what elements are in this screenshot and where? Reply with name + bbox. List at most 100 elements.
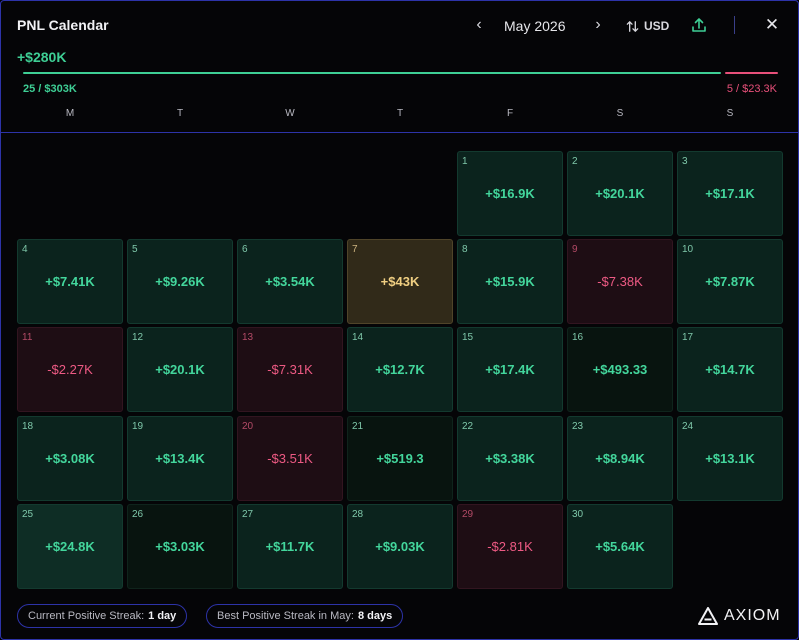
day-number: 19 [132, 421, 144, 432]
day-number: 17 [682, 332, 694, 343]
day-number: 27 [242, 509, 254, 520]
pnl-calendar-panel: PNL Calendar ‹ May 2026 › USD ✕ +$280K 2… [0, 0, 799, 640]
day-cell[interactable]: 21 +$519.3 [347, 416, 453, 501]
day-pnl-value: +$11.7K [265, 539, 315, 554]
day-pnl-value: +$3.38K [485, 451, 535, 466]
day-pnl-value: +$20.1K [595, 186, 645, 201]
day-number: 13 [242, 332, 254, 343]
total-pnl: +$280K [17, 49, 67, 65]
day-cell[interactable]: 25 +$24.8K [17, 504, 123, 589]
close-button[interactable]: ✕ [763, 15, 781, 35]
day-cell[interactable]: 14 +$12.7K [347, 327, 453, 412]
day-cell[interactable]: 27 +$11.7K [237, 504, 343, 589]
day-cell[interactable]: 16 +$493.33 [567, 327, 673, 412]
day-pnl-value: +$7.41K [45, 274, 95, 289]
export-button[interactable] [690, 16, 708, 34]
day-cell[interactable]: 6 +$3.54K [237, 239, 343, 324]
day-cell[interactable]: 19 +$13.4K [127, 416, 233, 501]
day-cell[interactable]: 18 +$3.08K [17, 416, 123, 501]
day-cell[interactable]: 2 +$20.1K [567, 151, 673, 236]
day-pnl-value: -$2.27K [47, 362, 93, 377]
day-pnl-value: +$20.1K [155, 362, 205, 377]
weekday-label: W [285, 108, 295, 119]
day-pnl-value: +$5.64K [595, 539, 645, 554]
day-number: 15 [462, 332, 474, 343]
divider [734, 16, 735, 34]
day-pnl-value: +$43K [380, 274, 420, 289]
current-streak-value: 1 day [148, 610, 177, 622]
day-cell[interactable]: 23 +$8.94K [567, 416, 673, 501]
currency-label: USD [644, 19, 670, 33]
day-cell[interactable]: 1 +$16.9K [457, 151, 563, 236]
day-cell[interactable]: 13 -$7.31K [237, 327, 343, 412]
day-pnl-value: +$13.1K [705, 451, 755, 466]
day-pnl-value: +$9.03K [375, 539, 425, 554]
day-pnl-value: -$7.31K [267, 362, 313, 377]
day-number: 29 [462, 509, 474, 520]
day-cell[interactable]: 3 +$17.1K [677, 151, 783, 236]
weekday-label: F [506, 108, 514, 119]
day-cell[interactable]: 26 +$3.03K [127, 504, 233, 589]
day-pnl-value: +$3.54K [265, 274, 315, 289]
day-number: 1 [462, 156, 468, 167]
day-number: 4 [22, 244, 28, 255]
day-cell[interactable]: 12 +$20.1K [127, 327, 233, 412]
day-number: 22 [462, 421, 474, 432]
day-cell[interactable]: 28 +$9.03K [347, 504, 453, 589]
day-number: 25 [22, 509, 34, 520]
day-number: 23 [572, 421, 584, 432]
day-cell[interactable]: 10 +$7.87K [677, 239, 783, 324]
day-cell[interactable]: 5 +$9.26K [127, 239, 233, 324]
day-pnl-value: +$8.94K [595, 451, 645, 466]
header: PNL Calendar ‹ May 2026 › USD ✕ +$280K 2… [1, 1, 798, 133]
day-pnl-value: +$519.3 [376, 451, 424, 466]
day-cell[interactable]: 22 +$3.38K [457, 416, 563, 501]
day-cell[interactable]: 24 +$13.1K [677, 416, 783, 501]
day-number: 20 [242, 421, 254, 432]
day-number: 3 [682, 156, 688, 167]
sort-arrows-icon [626, 20, 639, 32]
day-number: 11 [22, 332, 33, 343]
best-streak-label: Best Positive Streak in May: [217, 610, 354, 622]
day-cell[interactable]: 9 -$7.38K [567, 239, 673, 324]
day-pnl-value: +$15.9K [485, 274, 535, 289]
day-cell[interactable]: 15 +$17.4K [457, 327, 563, 412]
day-pnl-value: +$14.7K [705, 362, 755, 377]
positive-bar [23, 72, 721, 74]
negative-days-summary: 5 / $23.3K [726, 83, 777, 95]
best-streak-value: 8 days [357, 610, 393, 622]
day-cell[interactable]: 20 -$3.51K [237, 416, 343, 501]
day-pnl-value: -$3.51K [267, 451, 313, 466]
brand-name: AXIOM [724, 607, 781, 624]
current-streak-badge: Current Positive Streak: 1 day [17, 604, 188, 628]
best-streak-badge: Best Positive Streak in May: 8 days [206, 604, 404, 628]
day-number: 6 [242, 244, 248, 255]
day-pnl-value: +$16.9K [485, 186, 535, 201]
day-cell[interactable]: 17 +$14.7K [677, 327, 783, 412]
current-month: May 2026 [504, 18, 566, 34]
day-number: 21 [352, 421, 364, 432]
axiom-logo-icon [698, 607, 718, 625]
negative-bar [725, 72, 778, 74]
day-number: 24 [682, 421, 694, 432]
upload-icon [692, 18, 706, 32]
day-pnl-value: +$9.26K [155, 274, 205, 289]
next-month-button[interactable]: › [590, 15, 606, 35]
day-number: 28 [352, 509, 364, 520]
day-pnl-value: +$3.08K [45, 451, 95, 466]
day-number: 8 [462, 244, 468, 255]
day-cell[interactable]: 8 +$15.9K [457, 239, 563, 324]
day-cell[interactable]: 7 +$43K [347, 239, 453, 324]
day-cell[interactable]: 30 +$5.64K [567, 504, 673, 589]
day-cell[interactable]: 11 -$2.27K [17, 327, 123, 412]
day-pnl-value: +$24.8K [45, 539, 95, 554]
day-pnl-value: +$493.33 [592, 362, 648, 377]
currency-toggle[interactable]: USD [625, 16, 669, 36]
day-pnl-value: +$3.03K [155, 539, 205, 554]
day-cell[interactable]: 29 -$2.81K [457, 504, 563, 589]
day-pnl-value: +$13.4K [155, 451, 205, 466]
page-title: PNL Calendar [17, 17, 109, 33]
day-cell[interactable]: 4 +$7.41K [17, 239, 123, 324]
day-pnl-value: +$7.87K [705, 274, 755, 289]
prev-month-button[interactable]: ‹ [471, 15, 487, 35]
